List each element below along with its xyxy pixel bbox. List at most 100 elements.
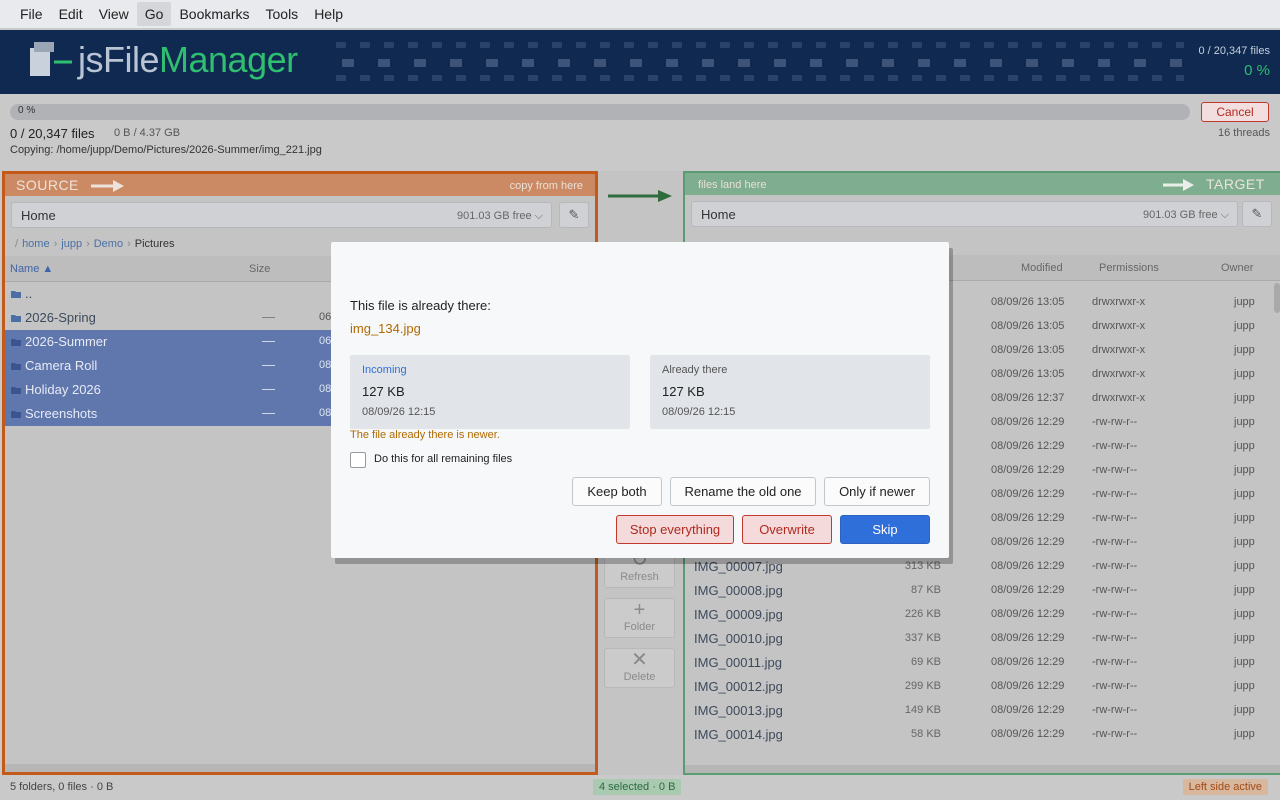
crumb-home[interactable]: home <box>22 238 50 250</box>
target-row[interactable]: IMG_00010.jpg 337 KB 08/09/26 12:29 -rw-rw-… <box>685 627 1280 651</box>
menu-go[interactable]: Go <box>136 2 172 26</box>
overwrite-button[interactable]: Overwrite <box>742 515 832 544</box>
row-owner: jupp <box>1234 320 1255 332</box>
activity-dot <box>1098 59 1110 67</box>
incoming-date: 08/09/26 12:15 <box>362 406 436 418</box>
row-date: 08 <box>319 359 332 371</box>
activity-dot <box>408 75 418 81</box>
new-folder-button[interactable]: + Folder <box>604 598 675 638</box>
crumb-demo[interactable]: Demo <box>94 238 123 250</box>
folder-icon <box>11 363 21 370</box>
apply-to-all-checkbox[interactable] <box>350 452 366 468</box>
status-active-side: Left side active <box>1182 779 1268 795</box>
row-permissions: drwxrwxr-x <box>1092 392 1146 404</box>
activity-dot <box>414 59 426 67</box>
close-icon: ✕ <box>631 649 648 671</box>
row-modified: 08/09/26 13:05 <box>991 344 1065 356</box>
menu-edit[interactable]: Edit <box>51 2 91 26</box>
source-location-name: Home <box>21 208 56 223</box>
menu-help[interactable]: Help <box>306 2 351 26</box>
column-size[interactable]: Size <box>249 263 270 275</box>
target-location-name: Home <box>701 207 736 222</box>
row-size: — <box>262 333 275 348</box>
cancel-button[interactable]: Cancel <box>1201 102 1269 122</box>
apply-to-all-label[interactable]: Do this for all remaining files <box>374 453 512 465</box>
activity-dot <box>528 75 538 81</box>
row-size: 313 KB <box>904 560 941 572</box>
activity-dot <box>840 75 850 81</box>
delete-button[interactable]: ✕ Delete <box>604 648 675 688</box>
target-row[interactable]: IMG_00014.jpg 58 KB 08/09/26 12:29 -rw-rw-r… <box>685 723 1280 747</box>
menu-tools[interactable]: Tools <box>258 2 307 26</box>
app-brand: jsFileManager <box>78 39 298 81</box>
activity-dot <box>360 75 370 81</box>
copy-activity-dots <box>336 42 1184 81</box>
row-modified: 08/09/26 12:29 <box>991 440 1065 452</box>
activity-dot <box>888 75 898 81</box>
row-name: Holiday 2026 <box>25 382 101 397</box>
source-horizontal-scrollbar[interactable] <box>5 764 595 772</box>
target-row[interactable]: IMG_00011.jpg 69 KB 08/09/26 12:29 -rw-rw-r… <box>685 651 1280 675</box>
existing-size: 127 KB <box>662 384 705 399</box>
target-row[interactable]: IMG_00008.jpg 87 KB 08/09/26 12:29 -rw-rw-r… <box>685 579 1280 603</box>
column-owner[interactable]: Owner <box>1221 262 1253 274</box>
activity-dot <box>960 42 970 48</box>
target-edit-path-button[interactable]: ✎ <box>1242 201 1272 227</box>
crumb-jupp[interactable]: jupp <box>61 238 82 250</box>
source-location-select[interactable]: Home 901.03 GB free ⌵ <box>11 202 552 228</box>
row-modified: 08/09/26 12:29 <box>991 728 1065 740</box>
source-free-space: 901.03 GB free ⌵ <box>456 210 543 222</box>
keep-both-button[interactable]: Keep both <box>572 477 662 506</box>
target-row[interactable]: IMG_00009.jpg 226 KB 08/09/26 12:29 -rw-rw-… <box>685 603 1280 627</box>
row-date: 08 <box>319 383 332 395</box>
activity-dot <box>792 75 802 81</box>
target-row[interactable]: IMG_00012.jpg 299 KB 08/09/26 12:29 -rw-rw-… <box>685 675 1280 699</box>
activity-dot <box>342 59 354 67</box>
target-location-select[interactable]: Home 901.03 GB free ⌵ <box>691 201 1238 227</box>
column-permissions[interactable]: Permissions <box>1099 262 1159 274</box>
target-row[interactable]: IMG_00007.jpg 313 KB 08/09/26 12:29 -rw-rw-… <box>685 555 1280 579</box>
activity-dot <box>624 75 634 81</box>
existing-file-card: Already there 127 KB 08/09/26 12:15 <box>650 355 930 429</box>
brand-js: js <box>78 39 104 80</box>
row-date: 06 <box>319 335 332 347</box>
row-owner: jupp <box>1234 584 1255 596</box>
activity-dot <box>738 59 750 67</box>
menu-bookmarks[interactable]: Bookmarks <box>171 2 257 26</box>
activity-dot <box>528 42 538 48</box>
only-if-newer-button[interactable]: Only if newer <box>824 477 930 506</box>
rename-old-button[interactable]: Rename the old one <box>670 477 816 506</box>
skip-button[interactable]: Skip <box>840 515 930 544</box>
row-owner: jupp <box>1234 296 1255 308</box>
activity-dot <box>954 59 966 67</box>
row-name: IMG_00008.jpg <box>694 583 783 598</box>
row-size: — <box>262 381 275 396</box>
activity-dot <box>384 42 394 48</box>
column-name[interactable]: Name ▲ <box>10 263 53 275</box>
brand-manager: Manager <box>159 39 298 80</box>
activity-dot <box>522 59 534 67</box>
copying-label: Copying: <box>10 144 54 156</box>
activity-dot <box>1176 42 1184 48</box>
row-modified: 08/09/26 12:29 <box>991 680 1065 692</box>
activity-dot <box>960 75 970 81</box>
activity-dot <box>912 75 922 81</box>
row-modified: 08/09/26 12:29 <box>991 560 1065 572</box>
activity-dot <box>630 59 642 67</box>
menu-file[interactable]: File <box>12 2 51 26</box>
activity-dot <box>720 75 730 81</box>
menu-view[interactable]: View <box>91 2 137 26</box>
activity-dot <box>672 42 682 48</box>
column-modified[interactable]: Modified <box>1021 262 1063 274</box>
activity-dot <box>600 42 610 48</box>
chevron-down-icon: ⌵ <box>534 210 543 222</box>
stop-everything-button[interactable]: Stop everything <box>616 515 734 544</box>
row-permissions: -rw-rw-r-- <box>1092 464 1138 476</box>
target-vertical-scrollbar[interactable] <box>1274 283 1280 313</box>
file-conflict-dialog: This file is already there: img_134.jpg … <box>331 242 949 558</box>
source-edit-path-button[interactable]: ✎ <box>559 202 589 228</box>
pencil-icon: ✎ <box>1251 206 1263 221</box>
target-horizontal-scrollbar[interactable] <box>685 765 1280 773</box>
target-row[interactable]: IMG_00013.jpg 149 KB 08/09/26 12:29 -rw-rw-… <box>685 699 1280 723</box>
activity-dot <box>696 42 706 48</box>
